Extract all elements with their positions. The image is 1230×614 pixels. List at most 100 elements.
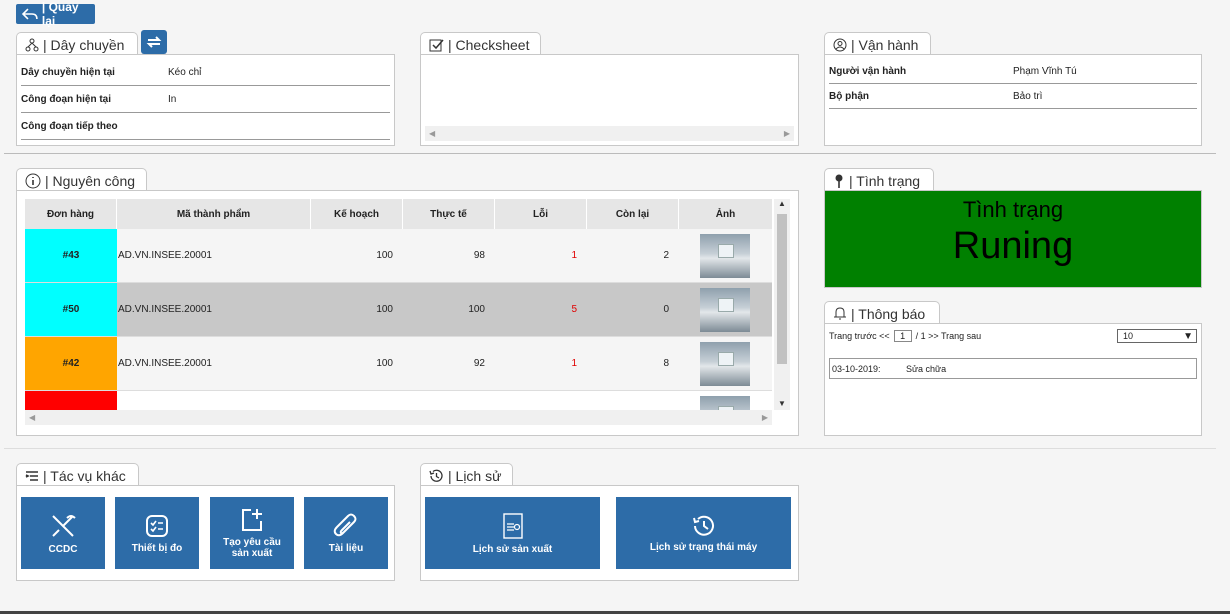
error-cell: 1	[571, 358, 577, 369]
tab-work-label: | Nguyên công	[45, 172, 136, 189]
notify-panel: Trang trước << 1 / 1 >> Trang sau 10 ▼ 03…	[824, 323, 1202, 436]
measuring-device-label: Thiết bị đo	[131, 542, 183, 554]
remain-cell: 8	[663, 358, 669, 369]
tab-history[interactable]: | Lịch sử	[420, 463, 513, 487]
paperclip-icon	[333, 513, 357, 536]
image-cell	[679, 283, 771, 336]
horizontal-scrollbar[interactable]: ◀ ▶	[25, 410, 772, 425]
product-thumbnail[interactable]	[700, 341, 750, 386]
tools-icon	[52, 514, 76, 537]
image-cell	[679, 337, 771, 390]
table-row[interactable]: #50 AD.VN.INSEE.20001 100 100 5 0	[25, 283, 772, 337]
tab-notify[interactable]: | Thông báo	[824, 301, 940, 325]
column-header[interactable]: Còn lại	[587, 199, 679, 229]
ccdc-button[interactable]: CCDC	[21, 497, 105, 569]
product-thumbnail[interactable]	[700, 395, 750, 410]
kv-value: Kéo chỉ	[168, 66, 202, 78]
notify-item[interactable]: 03-10-2019: Sửa chữa	[829, 358, 1197, 379]
production-history-label: Lịch sử sản xuất	[472, 543, 553, 555]
list-icon	[25, 470, 38, 481]
plan-cell	[311, 391, 403, 410]
history-icon	[429, 469, 443, 482]
create-request-button[interactable]: Tạo yêu cầu sản xuất	[210, 497, 294, 569]
tab-other-tasks-label: | Tác vụ khác	[43, 467, 126, 484]
divider	[4, 153, 1216, 154]
table-row[interactable]	[25, 391, 772, 410]
vertical-scrollbar[interactable]: ▲ ▼	[774, 199, 790, 410]
product-code-cell: AD.VN.INSEE.20001	[118, 304, 212, 315]
checksheet-panel: ◀ ▶	[420, 54, 799, 146]
machine-status-history-label: Lịch sử trạng thái máy	[649, 541, 758, 553]
machine-status-history-button[interactable]: Lịch sử trạng thái máy	[616, 497, 791, 569]
kv-key: Người vận hành	[829, 65, 907, 77]
column-header[interactable]: Mã thành phẩm	[117, 199, 311, 229]
scroll-right-icon[interactable]: ▶	[762, 413, 768, 422]
scroll-left-icon[interactable]: ◀	[429, 129, 435, 138]
remain-cell: 2	[663, 250, 669, 261]
history-panel: Lịch sử sản xuất Lịch sử trạng thái máy	[420, 485, 799, 581]
work-panel: Đơn hàng Mã thành phẩm Kế hoạch Thực tế …	[16, 190, 799, 436]
tab-status-label: | Tình trạng	[849, 172, 921, 189]
column-header[interactable]: Lỗi	[495, 199, 587, 229]
tab-other-tasks[interactable]: | Tác vụ khác	[16, 463, 139, 487]
product-thumbnail[interactable]	[700, 233, 750, 278]
table-header: Đơn hàng Mã thành phẩm Kế hoạch Thực tế …	[25, 199, 772, 229]
page-input[interactable]: 1	[893, 330, 912, 342]
product-thumbnail[interactable]	[700, 287, 750, 332]
order-cell: #43	[25, 229, 117, 282]
tab-line-label: | Dây chuyền	[43, 36, 125, 53]
kv-key: Dây chuyền hiện tại	[21, 66, 115, 78]
table-row[interactable]: #42 AD.VN.INSEE.20001 100 92 1 8	[25, 337, 772, 391]
kv-row: Người vận hành Phạm Vĩnh Tú	[829, 59, 1197, 84]
measuring-device-button[interactable]: Thiết bị đo	[115, 497, 199, 569]
plan-cell: 100	[376, 250, 393, 261]
remain-cell	[587, 391, 679, 410]
pin-icon	[835, 174, 843, 188]
scroll-up-icon[interactable]: ▲	[774, 199, 790, 208]
production-history-button[interactable]: Lịch sử sản xuất	[425, 497, 600, 569]
line-panel: Dây chuyền hiện tại Kéo chỉ Công đoạn hiệ…	[16, 54, 395, 146]
scroll-left-icon[interactable]: ◀	[29, 413, 35, 422]
status-title: Tình trạng	[962, 197, 1064, 222]
kv-key: Công đoạn hiện tại	[21, 93, 111, 105]
tab-line[interactable]: | Dây chuyền	[16, 32, 138, 56]
actual-cell: 92	[473, 358, 485, 369]
scroll-right-icon[interactable]: ▶	[784, 129, 790, 138]
error-cell: 1	[571, 250, 577, 261]
horizontal-scrollbar[interactable]: ◀ ▶	[425, 126, 794, 141]
other-tasks-panel: CCDC Thiết bị đo Tạo yêu cầu sản xuất Tà…	[16, 485, 395, 581]
scroll-down-icon[interactable]: ▼	[774, 399, 790, 408]
kv-row: Bộ phận Bảo trì	[829, 84, 1197, 109]
scroll-thumb[interactable]	[777, 214, 787, 364]
column-header[interactable]: Thực tế	[403, 199, 495, 229]
add-file-icon	[242, 509, 262, 531]
tab-status[interactable]: | Tình trạng	[824, 168, 934, 192]
column-header[interactable]: Ảnh	[679, 199, 772, 229]
swap-icon	[146, 36, 162, 48]
next-page-link[interactable]: / 1 >> Trang sau	[916, 331, 982, 341]
column-header[interactable]: Đơn hàng	[25, 199, 117, 229]
bell-icon	[834, 307, 846, 320]
pagination: Trang trước << 1 / 1 >> Trang sau	[829, 330, 981, 342]
column-header[interactable]: Kế hoạch	[311, 199, 403, 229]
documents-label: Tài liệu	[328, 542, 364, 554]
notify-date: 03-10-2019:	[832, 363, 881, 374]
back-button[interactable]: | Quay lại	[16, 0, 95, 28]
checkbox-icon	[429, 39, 444, 51]
notify-text: Sửa chữa	[906, 363, 947, 374]
work-table: Đơn hàng Mã thành phẩm Kế hoạch Thực tế …	[25, 199, 772, 410]
swap-button[interactable]	[141, 30, 167, 54]
prev-page-link[interactable]: Trang trước <<	[829, 331, 890, 341]
image-cell	[679, 229, 771, 282]
user-circle-icon	[833, 38, 847, 51]
tab-checksheet-label: | Checksheet	[448, 36, 530, 53]
documents-button[interactable]: Tài liệu	[304, 497, 388, 569]
page-size-select[interactable]: 10 ▼	[1117, 329, 1197, 343]
actual-cell: 100	[468, 304, 485, 315]
tab-checksheet[interactable]: | Checksheet	[420, 32, 541, 56]
divider	[4, 448, 1216, 449]
product-code-cell: AD.VN.INSEE.20001	[118, 250, 212, 261]
tab-work[interactable]: | Nguyên công	[16, 168, 147, 192]
tab-operator[interactable]: | Vận hành	[824, 32, 931, 56]
table-row[interactable]: #43 AD.VN.INSEE.20001 100 98 1 2	[25, 229, 772, 283]
